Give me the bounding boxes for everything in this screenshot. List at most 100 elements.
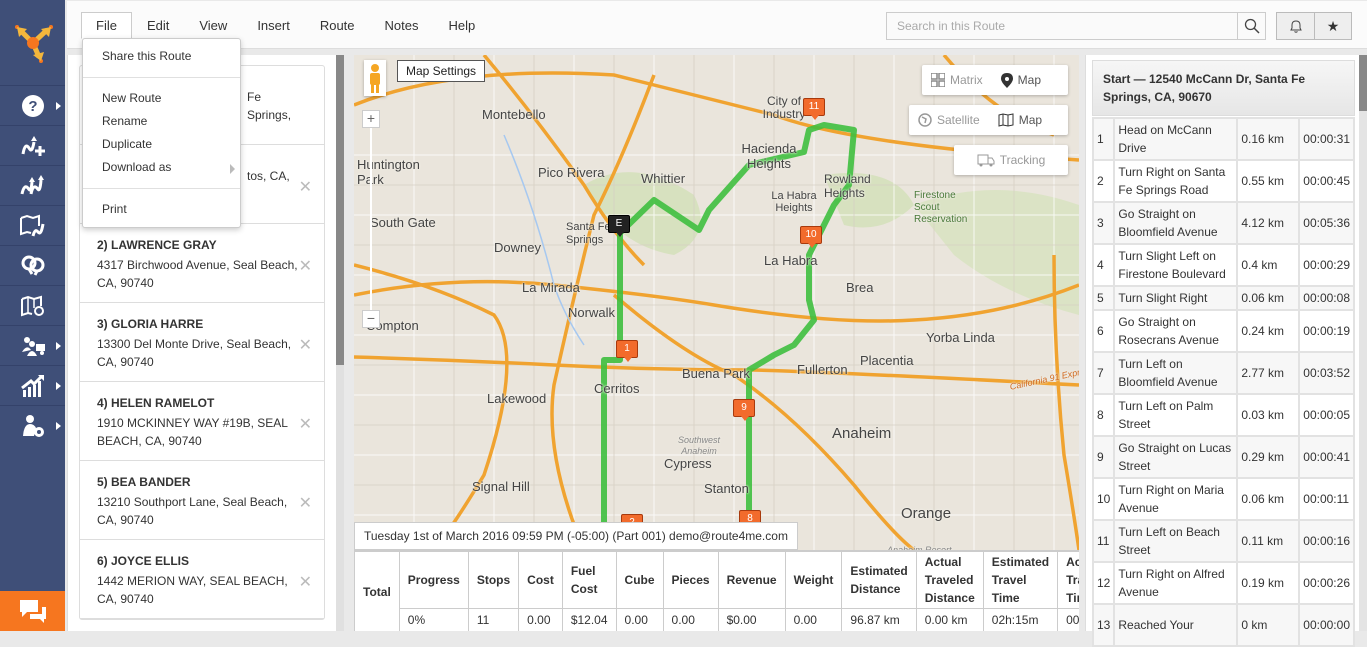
remove-stop-icon[interactable]: ✕ <box>299 493 312 513</box>
search-button[interactable] <box>1237 13 1265 39</box>
street-view-pegman[interactable] <box>364 60 386 96</box>
step-number: 9 <box>1091 435 1116 479</box>
favorites-button[interactable]: ★ <box>1314 13 1351 39</box>
tracking-button[interactable]: Tracking <box>954 145 1068 175</box>
nav-help[interactable]: ? <box>0 85 65 125</box>
direction-row[interactable]: 4 Turn Slight Left on Firestone Boulevard… <box>1091 243 1355 287</box>
list-item[interactable]: 4) HELEN RAMELOT 1910 MCKINNEY WAY #19B,… <box>80 382 324 461</box>
nav-route-map[interactable] <box>0 205 65 245</box>
remove-stop-icon[interactable]: ✕ <box>299 414 312 434</box>
list-item[interactable]: 6) JOYCE ELLIS 1442 MERION WAY, SEAL BEA… <box>80 540 324 619</box>
search-input[interactable] <box>887 13 1238 39</box>
step-time: 00:00:19 <box>1298 309 1355 353</box>
menu-item-new-route[interactable]: New Route <box>83 87 240 110</box>
direction-row[interactable]: 5 Turn Slight Right 0.06 km 00:00:08 <box>1091 285 1355 311</box>
map-place-label: La Mirada <box>522 280 580 295</box>
direction-row[interactable]: 13 Reached Your 0 km 00:00:00 <box>1091 603 1355 647</box>
zoom-control: + − <box>362 110 380 328</box>
step-time: 00:00:45 <box>1298 159 1355 203</box>
route-marker[interactable]: 11 <box>803 98 825 120</box>
matrix-view-button[interactable]: Matrix <box>922 73 992 87</box>
map-place-label: Montebello <box>482 107 546 122</box>
nav-team[interactable] <box>0 325 65 365</box>
menu-view[interactable]: View <box>184 12 242 39</box>
menu-item-download-as[interactable]: Download as <box>83 156 240 179</box>
stop-list-scrollbar[interactable] <box>336 55 344 631</box>
cube-value: 0.00 <box>615 608 664 631</box>
direction-row[interactable]: 12 Turn Right on Alfred Avenue 0.19 km 00:0… <box>1091 561 1355 605</box>
menu-item-duplicate[interactable]: Duplicate <box>83 133 240 156</box>
remove-stop-icon[interactable]: ✕ <box>299 256 312 276</box>
nav-analytics[interactable] <box>0 365 65 405</box>
column-header: Stops <box>467 551 520 609</box>
route-marker[interactable]: 9 <box>733 399 755 421</box>
satellite-button[interactable]: Satellite <box>909 113 989 127</box>
direction-row[interactable]: 7 Turn Left on Bloomfield Avenue 2.77 km 00… <box>1091 351 1355 395</box>
menu-help[interactable]: Help <box>434 12 491 39</box>
direction-row[interactable]: 8 Turn Left on Palm Street 0.03 km 00:00:05 <box>1091 393 1355 437</box>
pieces-value: 0.00 <box>662 608 719 631</box>
nav-user-settings[interactable] <box>0 405 65 445</box>
nav-locations[interactable] <box>0 245 65 285</box>
remove-stop-icon[interactable]: ✕ <box>299 335 312 355</box>
remove-stop-icon[interactable]: ✕ <box>299 177 312 197</box>
menu-route[interactable]: Route <box>305 12 370 39</box>
route-marker[interactable]: 1 <box>616 340 638 362</box>
direction-row[interactable]: 1 Head on McCann Drive 0.16 km 00:00:31 <box>1091 117 1355 161</box>
star-icon: ★ <box>1326 17 1340 34</box>
nav-add-route[interactable] <box>0 125 65 165</box>
list-item[interactable]: 5) BEA BANDER 13210 Southport Lane, Seal… <box>80 461 324 540</box>
column-header: Estimated Distance <box>841 551 917 609</box>
menu-insert[interactable]: Insert <box>242 12 305 39</box>
map-place-label: Lakewood <box>487 391 547 406</box>
menu-edit[interactable]: Edit <box>132 12 184 39</box>
list-item[interactable]: 3) GLORIA HARRE 13300 Del Monte Drive, S… <box>80 303 324 382</box>
menu-file[interactable]: File <box>81 12 132 39</box>
direction-row[interactable]: 11 Turn Left on Beach Street 0.11 km 00:00:… <box>1091 519 1355 563</box>
scrollbar-thumb[interactable] <box>1359 55 1367 111</box>
menu-item-rename[interactable]: Rename <box>83 110 240 133</box>
menu-item-print[interactable]: Print <box>83 198 240 221</box>
step-number: 1 <box>1091 117 1116 161</box>
stop-address: 13210 Southport Lane, Seal Beach, CA, 907… <box>97 495 288 527</box>
nav-routes[interactable] <box>0 165 65 205</box>
zoom-slider[interactable] <box>370 128 372 310</box>
direction-row[interactable]: 9 Go Straight on Lucas Street 0.29 km 00:00… <box>1091 435 1355 479</box>
map-type-toggle: Satellite Map <box>909 105 1068 135</box>
menu-notes[interactable]: Notes <box>370 12 434 39</box>
map-view-button[interactable]: Map <box>992 72 1050 88</box>
scrollbar-thumb[interactable] <box>336 55 344 365</box>
roadmap-button[interactable]: Map <box>989 113 1051 127</box>
globe-icon <box>918 113 932 127</box>
direction-row[interactable]: 2 Turn Right on Santa Fe Springs Road 0.55… <box>1091 159 1355 203</box>
estimated-distance-value: 96.87 km <box>841 608 917 631</box>
totals-row: 0% 11 0.00 $12.04 0.00 0.00 $0.00 0.00 9… <box>355 608 1079 631</box>
directions-scrollbar[interactable] <box>1359 55 1367 631</box>
direction-text: Go Straight on Lucas Street <box>1113 435 1239 479</box>
direction-text: Head on McCann Drive <box>1113 117 1239 161</box>
direction-row[interactable]: 6 Go Straight on Rosecrans Avenue 0.24 km 0… <box>1091 309 1355 353</box>
notifications-button[interactable] <box>1277 13 1314 39</box>
direction-row[interactable]: 3 Go Straight on Bloomfield Avenue 4.12 km… <box>1091 201 1355 245</box>
file-menu-dropdown: Share this Route New Route Rename Duplic… <box>82 38 241 228</box>
list-item[interactable]: 2) LAWRENCE GRAY 4317 Birchwood Avenue, … <box>80 224 324 303</box>
submenu-caret-icon <box>56 421 61 430</box>
nav-map-pins[interactable] <box>0 285 65 325</box>
route-map[interactable]: Montebello Huntington Park Pico Rivera W… <box>354 55 1079 550</box>
zoom-in-button[interactable]: + <box>362 110 380 128</box>
menu-divider <box>83 77 240 78</box>
map-settings-button[interactable]: Map Settings <box>397 60 486 82</box>
route-marker-end[interactable]: E <box>608 215 630 237</box>
fuel-cost-value: $12.04 <box>561 608 617 631</box>
chat-button[interactable] <box>0 591 65 631</box>
direction-text: Turn Left on Beach Street <box>1113 519 1239 563</box>
menu-item-share-route[interactable]: Share this Route <box>83 45 240 68</box>
map-place-label: Stanton <box>704 481 749 496</box>
route-marker[interactable]: 10 <box>800 226 822 248</box>
step-number: 11 <box>1091 519 1116 563</box>
direction-text: Turn Left on Palm Street <box>1113 393 1239 437</box>
remove-stop-icon[interactable]: ✕ <box>299 572 312 592</box>
direction-row[interactable]: 10 Turn Right on Maria Avenue 0.06 km 00:00… <box>1091 477 1355 521</box>
zoom-out-button[interactable]: − <box>362 310 380 328</box>
route4me-logo[interactable] <box>0 0 65 85</box>
